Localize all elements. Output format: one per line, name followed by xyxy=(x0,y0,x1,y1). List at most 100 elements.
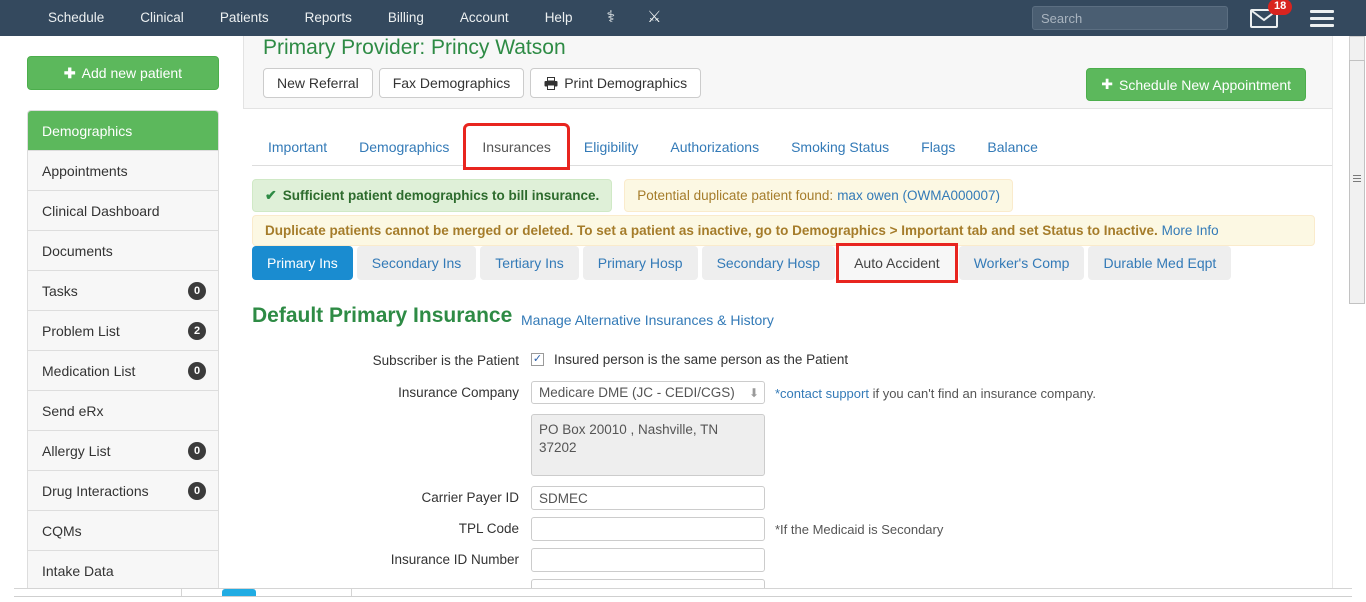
footer-status-strip xyxy=(14,596,1352,602)
tab-smoking-status[interactable]: Smoking Status xyxy=(775,130,905,164)
search-input[interactable] xyxy=(1032,6,1228,30)
patient-tab-bar: Important Demographics Insurances Eligib… xyxy=(252,123,1333,170)
tab-flags[interactable]: Flags xyxy=(905,130,971,164)
nav-item-reports[interactable]: Reports xyxy=(287,0,370,36)
pill-durable-med-eqpt[interactable]: Durable Med Eqpt xyxy=(1088,246,1232,280)
sidebar-item-badge: 0 xyxy=(188,481,206,500)
tab-label: Insurances xyxy=(482,139,551,155)
more-info-link[interactable]: More Info xyxy=(1162,223,1219,238)
nav-right-group: 18 xyxy=(1032,0,1366,36)
sidebar-item-documents[interactable]: Documents xyxy=(28,231,218,271)
nav-item-schedule[interactable]: Schedule xyxy=(30,0,122,36)
pill-primary-ins[interactable]: Primary Ins xyxy=(252,246,353,280)
sidebar-item-label: Intake Data xyxy=(42,563,114,579)
scrollbar-grip-icon xyxy=(1353,175,1361,184)
pill-auto-accident[interactable]: Auto Accident xyxy=(836,243,958,283)
main-content-panel: Primary Provider: Princy Watson New Refe… xyxy=(243,36,1348,602)
left-sidebar: ✚ Add new patient Demographics Appointmen… xyxy=(0,36,240,602)
fax-demographics-button[interactable]: Fax Demographics xyxy=(378,68,525,98)
tpl-code-input[interactable] xyxy=(531,517,765,541)
sidebar-item-clinical-dashboard[interactable]: Clinical Dashboard xyxy=(28,191,218,231)
nav-item-clinical[interactable]: Clinical xyxy=(122,0,202,36)
tab-label: Authorizations xyxy=(670,139,760,155)
sidebar-item-demographics[interactable]: Demographics xyxy=(28,111,218,151)
sidebar-item-label: Send eRx xyxy=(42,402,104,419)
sidebar-item-label: Documents xyxy=(42,242,113,259)
next-field-label xyxy=(243,579,531,583)
nav-item-patients[interactable]: Patients xyxy=(202,0,287,36)
manage-alternative-insurances-link[interactable]: Manage Alternative Insurances & History xyxy=(521,312,774,328)
sidebar-item-allergy-list[interactable]: Allergy List 0 xyxy=(28,431,218,471)
subscriber-checkbox[interactable]: ✓ xyxy=(531,353,544,366)
schedule-new-appointment-label: Schedule New Appointment xyxy=(1119,76,1291,93)
sidebar-item-medication-list[interactable]: Medication List 0 xyxy=(28,351,218,391)
nav-item-billing[interactable]: Billing xyxy=(370,0,442,36)
print-demographics-button[interactable]: Print Demographics xyxy=(530,68,702,98)
insurance-company-value: Medicare DME (JC - CEDI/CGS) xyxy=(539,385,735,400)
add-new-patient-button[interactable]: ✚ Add new patient xyxy=(27,56,219,90)
alert-sufficient-demographics: ✔ Sufficient patient demographics to bil… xyxy=(252,179,613,212)
alert-duplicate-patient: Potential duplicate patient found: max o… xyxy=(624,179,1013,212)
pill-secondary-ins[interactable]: Secondary Ins xyxy=(356,246,477,280)
tab-insurances[interactable]: Insurances xyxy=(463,123,570,170)
pill-tertiary-ins[interactable]: Tertiary Ins xyxy=(480,246,579,280)
plus-icon: ✚ xyxy=(1101,76,1113,92)
tab-important[interactable]: Important xyxy=(252,130,343,164)
sidebar-item-appointments[interactable]: Appointments xyxy=(28,151,218,191)
field-row-carrier-payer-id: Carrier Payer ID xyxy=(243,486,1303,510)
panel-right-border xyxy=(1332,36,1333,602)
sidebar-item-label: Clinical Dashboard xyxy=(42,202,160,219)
schedule-new-appointment-button[interactable]: ✚ Schedule New Appointment xyxy=(1086,68,1306,101)
sidebar-item-cqms[interactable]: CQMs xyxy=(28,511,218,551)
nav-item-help[interactable]: Help xyxy=(527,0,591,36)
pill-primary-hosp[interactable]: Primary Hosp xyxy=(582,246,698,280)
insurance-address-label xyxy=(243,414,531,418)
sidebar-item-drug-interactions[interactable]: Drug Interactions 0 xyxy=(28,471,218,511)
field-row-insurance-id-number: Insurance ID Number xyxy=(243,548,1303,572)
pill-workers-comp[interactable]: Worker's Comp xyxy=(958,246,1085,280)
tab-demographics[interactable]: Demographics xyxy=(343,130,465,164)
sidebar-item-send-erx[interactable]: Send eRx xyxy=(28,391,218,431)
insurance-id-number-label: Insurance ID Number xyxy=(390,552,519,567)
pill-secondary-hosp[interactable]: Secondary Hosp xyxy=(701,246,836,280)
sidebar-item-label: Appointments xyxy=(42,162,128,179)
plus-icon: ✚ xyxy=(63,64,76,81)
insurance-company-select[interactable]: Medicare DME (JC - CEDI/CGS) ⬇ xyxy=(531,381,765,404)
mail-unread-badge: 18 xyxy=(1268,0,1293,15)
pill-label: Durable Med Eqpt xyxy=(1103,255,1217,271)
new-referral-label: New Referral xyxy=(277,75,359,91)
header-button-group: New Referral Fax Demographics Print Demo… xyxy=(263,68,702,98)
tab-balance[interactable]: Balance xyxy=(971,130,1054,164)
pill-label: Primary Ins xyxy=(267,255,338,271)
sidebar-item-badge: 0 xyxy=(188,281,206,300)
field-row-insurance-company: Insurance Company Medicare DME (JC - CED… xyxy=(243,381,1303,404)
sidebar-item-tasks[interactable]: Tasks 0 xyxy=(28,271,218,311)
insurance-address-textarea[interactable]: PO Box 20010 , Nashville, TN 37202 xyxy=(531,414,765,476)
tab-authorizations[interactable]: Authorizations xyxy=(654,130,775,164)
carrier-payer-id-input[interactable] xyxy=(531,486,765,510)
field-row-tpl-code: TPL Code *If the Medicaid is Secondary xyxy=(243,517,1303,541)
contact-support-link[interactable]: *contact support xyxy=(775,386,869,401)
alert-duplicate-warning: Duplicate patients cannot be merged or d… xyxy=(252,215,1315,246)
new-referral-button[interactable]: New Referral xyxy=(263,68,373,98)
tab-label: Smoking Status xyxy=(791,139,890,155)
sidebar-item-label: Allergy List xyxy=(42,442,111,459)
tab-eligibility[interactable]: Eligibility xyxy=(568,130,654,164)
page-title: Primary Provider: Princy Watson xyxy=(263,36,566,59)
sidebar-item-intake-data[interactable]: Intake Data xyxy=(28,551,218,591)
crossed-instruments-icon[interactable]: ⚔ xyxy=(631,0,677,36)
pill-label: Primary Hosp xyxy=(597,255,683,271)
section-title-default-primary-insurance: Default Primary Insurance xyxy=(252,304,513,327)
nav-item-account[interactable]: Account xyxy=(442,0,527,36)
mail-button[interactable]: 18 xyxy=(1250,0,1293,28)
tpl-code-label: TPL Code xyxy=(458,521,519,536)
caduceus-icon[interactable]: ⚕ xyxy=(590,0,631,36)
carrier-payer-id-label: Carrier Payer ID xyxy=(421,490,519,505)
tab-label: Important xyxy=(268,139,328,155)
insurance-type-pill-bar: Primary Ins Secondary Ins Tertiary Ins P… xyxy=(252,243,1232,283)
sidebar-item-problem-list[interactable]: Problem List 2 xyxy=(28,311,218,351)
duplicate-patient-link[interactable]: max owen (OWMA000007) xyxy=(837,188,1000,203)
hamburger-menu-icon[interactable] xyxy=(1310,9,1334,27)
sidebar-menu: Demographics Appointments Clinical Dashb… xyxy=(27,110,219,592)
insurance-id-number-input[interactable] xyxy=(531,548,765,572)
